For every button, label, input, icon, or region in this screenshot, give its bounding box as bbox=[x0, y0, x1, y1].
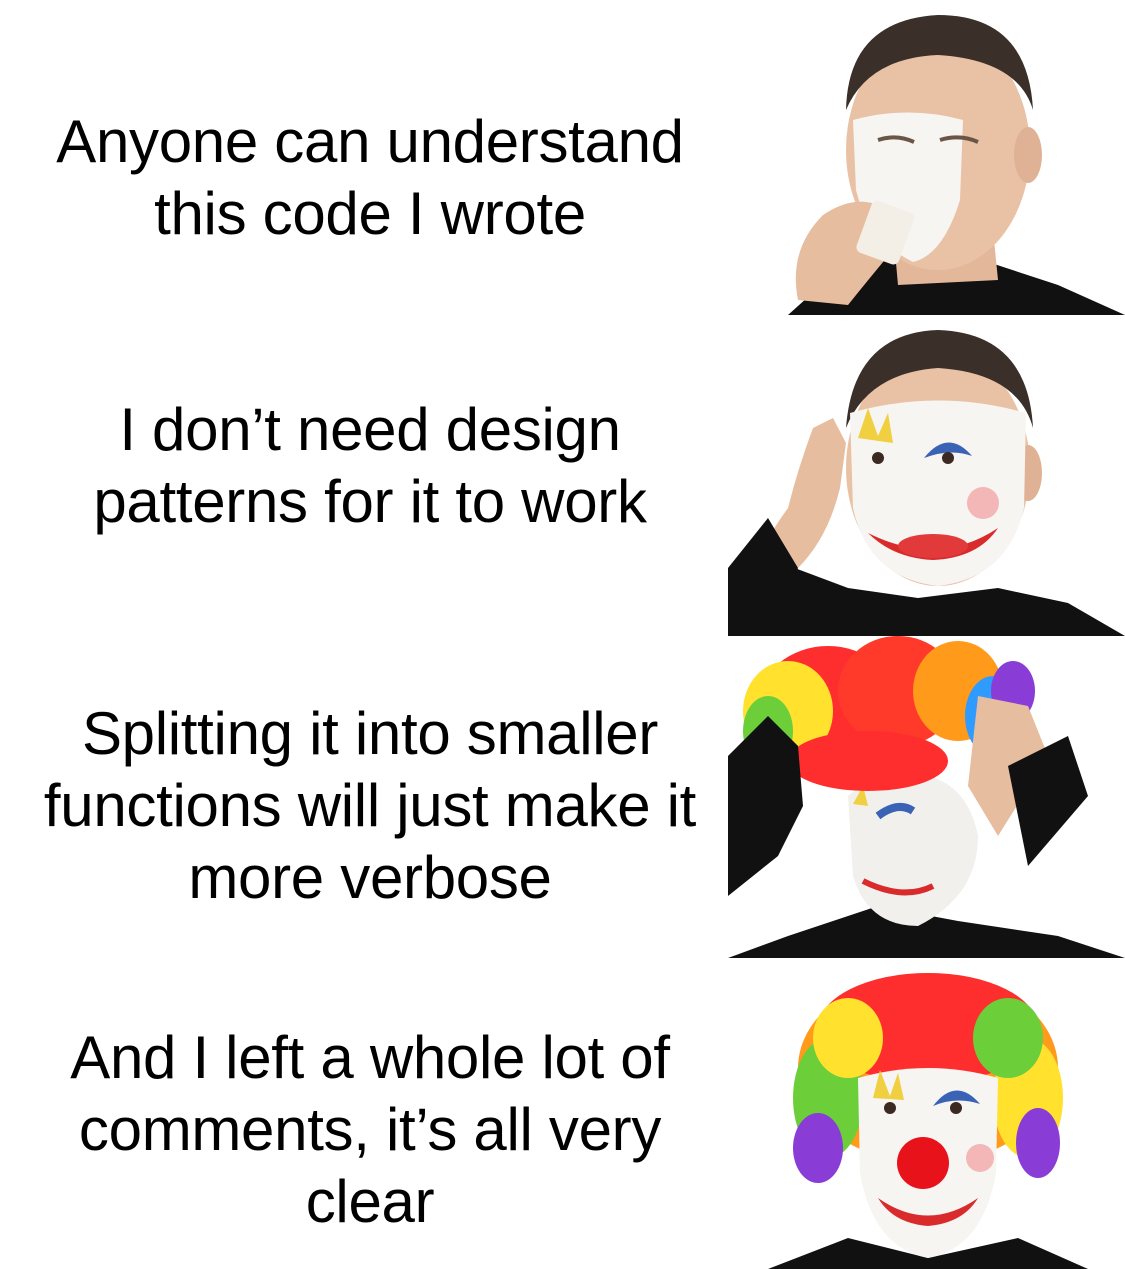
meme-panel-4: And I left a whole lot of comments, it’s… bbox=[0, 958, 1125, 1269]
caption-3: Splitting it into smaller functions will… bbox=[0, 698, 740, 914]
caption-2-line-2: patterns for it to work bbox=[93, 468, 647, 535]
caption-2: I don’t need design patterns for it to w… bbox=[0, 394, 740, 538]
caption-3-line-3: more verbose bbox=[188, 844, 552, 911]
caption-4-line-2: comments, it’s all very bbox=[78, 1096, 662, 1163]
caption-4: And I left a whole lot of comments, it’s… bbox=[0, 1022, 740, 1238]
clown-stage-2-image bbox=[728, 318, 1125, 636]
meme-panel-3: Splitting it into smaller functions will… bbox=[0, 636, 1125, 958]
caption-4-line-3: clear bbox=[305, 1168, 435, 1235]
caption-1-line-1: Anyone can understand bbox=[56, 108, 684, 175]
caption-3-line-1: Splitting it into smaller bbox=[81, 700, 659, 767]
clown-stage-3-image bbox=[728, 636, 1125, 958]
clown-stage-1-image bbox=[728, 0, 1125, 315]
caption-4-line-1: And I left a whole lot of bbox=[70, 1024, 670, 1091]
meme-panel-2: I don’t need design patterns for it to w… bbox=[0, 318, 1125, 636]
caption-1: Anyone can understand this code I wrote bbox=[0, 106, 740, 250]
caption-2-line-1: I don’t need design bbox=[119, 396, 621, 463]
clown-stage-4-image bbox=[728, 958, 1125, 1269]
meme-panel-1: Anyone can understand this code I wrote bbox=[0, 0, 1125, 315]
caption-3-line-2: functions will just make it bbox=[43, 772, 697, 839]
meme: Anyone can understand this code I wrote bbox=[0, 0, 1125, 1269]
caption-1-line-2: this code I wrote bbox=[154, 180, 586, 247]
